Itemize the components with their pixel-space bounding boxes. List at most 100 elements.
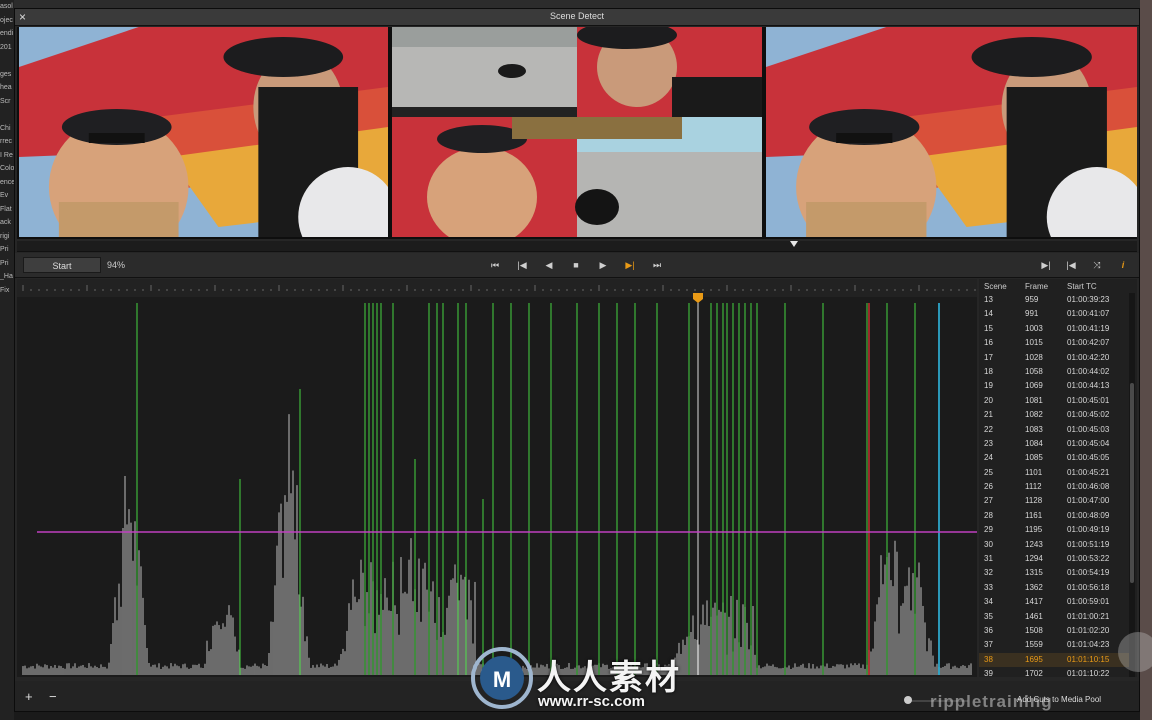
viewer-scrub-bar[interactable] xyxy=(17,241,1137,252)
scene-row-scene: 25 xyxy=(984,467,993,477)
background-sidebar-fragment: Pri xyxy=(0,246,9,253)
scene-row-tc: 01:00:44:13 xyxy=(1067,381,1110,391)
scene-row[interactable]: 32 1315 01:00:54:19 xyxy=(979,566,1129,580)
scene-row-scene: 31 xyxy=(984,554,993,564)
watermark-circle xyxy=(1118,632,1152,672)
scrub-handle[interactable] xyxy=(790,241,798,247)
mark-out-icon[interactable]: |◀ xyxy=(1061,257,1081,273)
scene-row-frame: 1461 xyxy=(1025,611,1043,621)
scene-row-tc: 01:00:59:01 xyxy=(1067,597,1110,607)
background-sidebar-fragment: Fix xyxy=(0,286,10,294)
scene-row[interactable]: 21 1082 01:00:45:02 xyxy=(979,408,1129,422)
scene-row[interactable]: 27 1128 01:00:47:00 xyxy=(979,494,1129,508)
scene-row[interactable]: 34 1417 01:00:59:01 xyxy=(979,595,1129,609)
add-cut-button[interactable]: + xyxy=(25,689,33,704)
header-start-tc[interactable]: Start TC xyxy=(1067,282,1097,291)
viewer-next-frame xyxy=(766,27,1137,237)
scene-row-scene: 33 xyxy=(984,582,993,592)
scene-row[interactable]: 17 1028 01:00:42:20 xyxy=(979,351,1129,365)
scene-row-scene: 20 xyxy=(984,395,993,405)
scene-row[interactable]: 16 1015 01:00:42:07 xyxy=(979,336,1129,350)
scene-row[interactable]: 19 1069 01:00:44:13 xyxy=(979,379,1129,393)
scene-row[interactable]: 22 1083 01:00:45:03 xyxy=(979,423,1129,437)
scene-row[interactable]: 37 1559 01:01:04:23 xyxy=(979,638,1129,652)
start-button[interactable]: Start xyxy=(23,257,101,273)
progress-percent: 94% xyxy=(107,260,126,270)
scene-list-header: Scene Frame Start TC xyxy=(979,279,1137,293)
scene-list-scrollbar[interactable] xyxy=(1129,293,1135,677)
previous-cut-icon[interactable]: |◀ xyxy=(512,257,532,273)
background-sidebar-fragment xyxy=(0,108,14,122)
play-icon[interactable]: ▶ xyxy=(593,257,613,273)
header-frame[interactable]: Frame xyxy=(1025,282,1048,291)
scene-row-tc: 01:00:39:23 xyxy=(1067,295,1110,304)
scene-row-tc: 01:00:45:21 xyxy=(1067,467,1110,477)
scene-row-tc: 01:00:51:19 xyxy=(1067,539,1110,549)
scene-row-scene: 22 xyxy=(984,424,993,434)
scene-row-scene: 28 xyxy=(984,510,993,520)
stop-icon[interactable]: ■ xyxy=(566,257,586,273)
scene-row[interactable]: 30 1243 01:00:51:19 xyxy=(979,538,1129,552)
scene-row[interactable]: 31 1294 01:00:53:22 xyxy=(979,552,1129,566)
scrollbar-thumb[interactable] xyxy=(1130,383,1134,583)
scene-row[interactable]: 33 1362 01:00:56:18 xyxy=(979,581,1129,595)
scene-row-scene: 39 xyxy=(984,669,993,677)
background-sidebar-fragment: Flat xyxy=(0,205,12,213)
go-to-start-icon[interactable]: ⏮ xyxy=(485,257,505,273)
scene-row-frame: 1085 xyxy=(1025,453,1043,463)
header-scene[interactable]: Scene xyxy=(984,282,1007,291)
step-back-icon[interactable]: ◀ xyxy=(539,257,559,273)
viewer-previous-frame xyxy=(19,27,388,237)
info-icon[interactable]: i xyxy=(1113,257,1133,273)
zoom-slider-knob[interactable] xyxy=(904,696,912,704)
scene-row[interactable]: 29 1195 01:00:49:19 xyxy=(979,523,1129,537)
scene-row-scene: 35 xyxy=(984,611,993,621)
scene-row[interactable]: 24 1085 01:00:45:05 xyxy=(979,451,1129,465)
background-sidebar-fragment xyxy=(0,54,14,68)
background-sidebar-fragment: Ev xyxy=(0,192,9,199)
scene-row[interactable]: 38 1695 01:01:10:15 xyxy=(979,652,1129,668)
scene-row-frame: 1559 xyxy=(1025,640,1043,650)
scene-row-scene: 30 xyxy=(984,539,993,549)
graph-ruler xyxy=(17,279,977,297)
scene-row[interactable]: 25 1101 01:00:45:21 xyxy=(979,466,1129,480)
scene-detect-graph[interactable] xyxy=(17,279,977,677)
scene-row[interactable]: 18 1058 01:00:44:02 xyxy=(979,365,1129,379)
scene-row-scene: 27 xyxy=(984,496,993,506)
scene-row[interactable]: 26 1112 01:00:46:08 xyxy=(979,480,1129,494)
scene-row-tc: 01:00:47:00 xyxy=(1067,496,1110,506)
scene-row-frame: 1083 xyxy=(1025,424,1043,434)
scene-row-tc: 01:00:41:19 xyxy=(1067,323,1110,333)
background-sidebar-fragment: hea xyxy=(0,84,12,91)
remove-cut-button[interactable]: − xyxy=(49,689,57,704)
scene-row[interactable]: 23 1084 01:00:45:04 xyxy=(979,437,1129,451)
scene-row[interactable]: 35 1461 01:01:00:21 xyxy=(979,610,1129,624)
scene-row[interactable]: 28 1161 01:00:48:09 xyxy=(979,509,1129,523)
scene-row[interactable]: 15 1003 01:00:41:19 xyxy=(979,322,1129,336)
scene-list-panel: Scene Frame Start TC 13 959 01:00:39:23 14 9… xyxy=(979,279,1137,677)
scene-row-tc: 01:01:04:23 xyxy=(1067,640,1110,650)
scene-row-scene: 32 xyxy=(984,568,993,578)
scene-row-frame: 1243 xyxy=(1025,539,1043,549)
background-window-strip xyxy=(0,0,1152,8)
scene-row[interactable]: 14 991 01:00:41:07 xyxy=(979,307,1129,321)
scene-row-tc: 01:00:45:02 xyxy=(1067,410,1110,420)
scene-row[interactable]: 39 1702 01:01:10:22 xyxy=(979,667,1129,677)
background-media-pool-sidebar: asol ojec endi 201 ges hea Scr Chi rrec I Re Colo e… xyxy=(0,0,14,720)
scene-row-tc: 01:01:02:20 xyxy=(1067,625,1110,635)
shuffle-icon[interactable]: ⤨ xyxy=(1087,257,1107,273)
background-sidebar-fragment: rigi xyxy=(0,232,10,240)
background-sidebar-fragment: Colo xyxy=(0,165,14,172)
mark-in-icon[interactable]: ▶| xyxy=(1036,257,1056,273)
next-cut-icon[interactable]: ▶| xyxy=(620,257,640,273)
scene-row[interactable]: 20 1081 01:00:45:01 xyxy=(979,394,1129,408)
scene-row[interactable]: 13 959 01:00:39:23 xyxy=(979,293,1129,307)
scene-row-frame: 1069 xyxy=(1025,381,1043,391)
scene-row-frame: 1084 xyxy=(1025,438,1043,448)
scene-row-tc: 01:00:45:01 xyxy=(1067,395,1110,405)
scene-row-frame: 1161 xyxy=(1025,510,1043,520)
scene-row-tc: 01:01:10:15 xyxy=(1067,654,1110,664)
scene-row[interactable]: 36 1508 01:01:02:20 xyxy=(979,624,1129,638)
go-to-end-icon[interactable]: ⏭ xyxy=(647,257,667,273)
scene-row-frame: 1081 xyxy=(1025,395,1043,405)
